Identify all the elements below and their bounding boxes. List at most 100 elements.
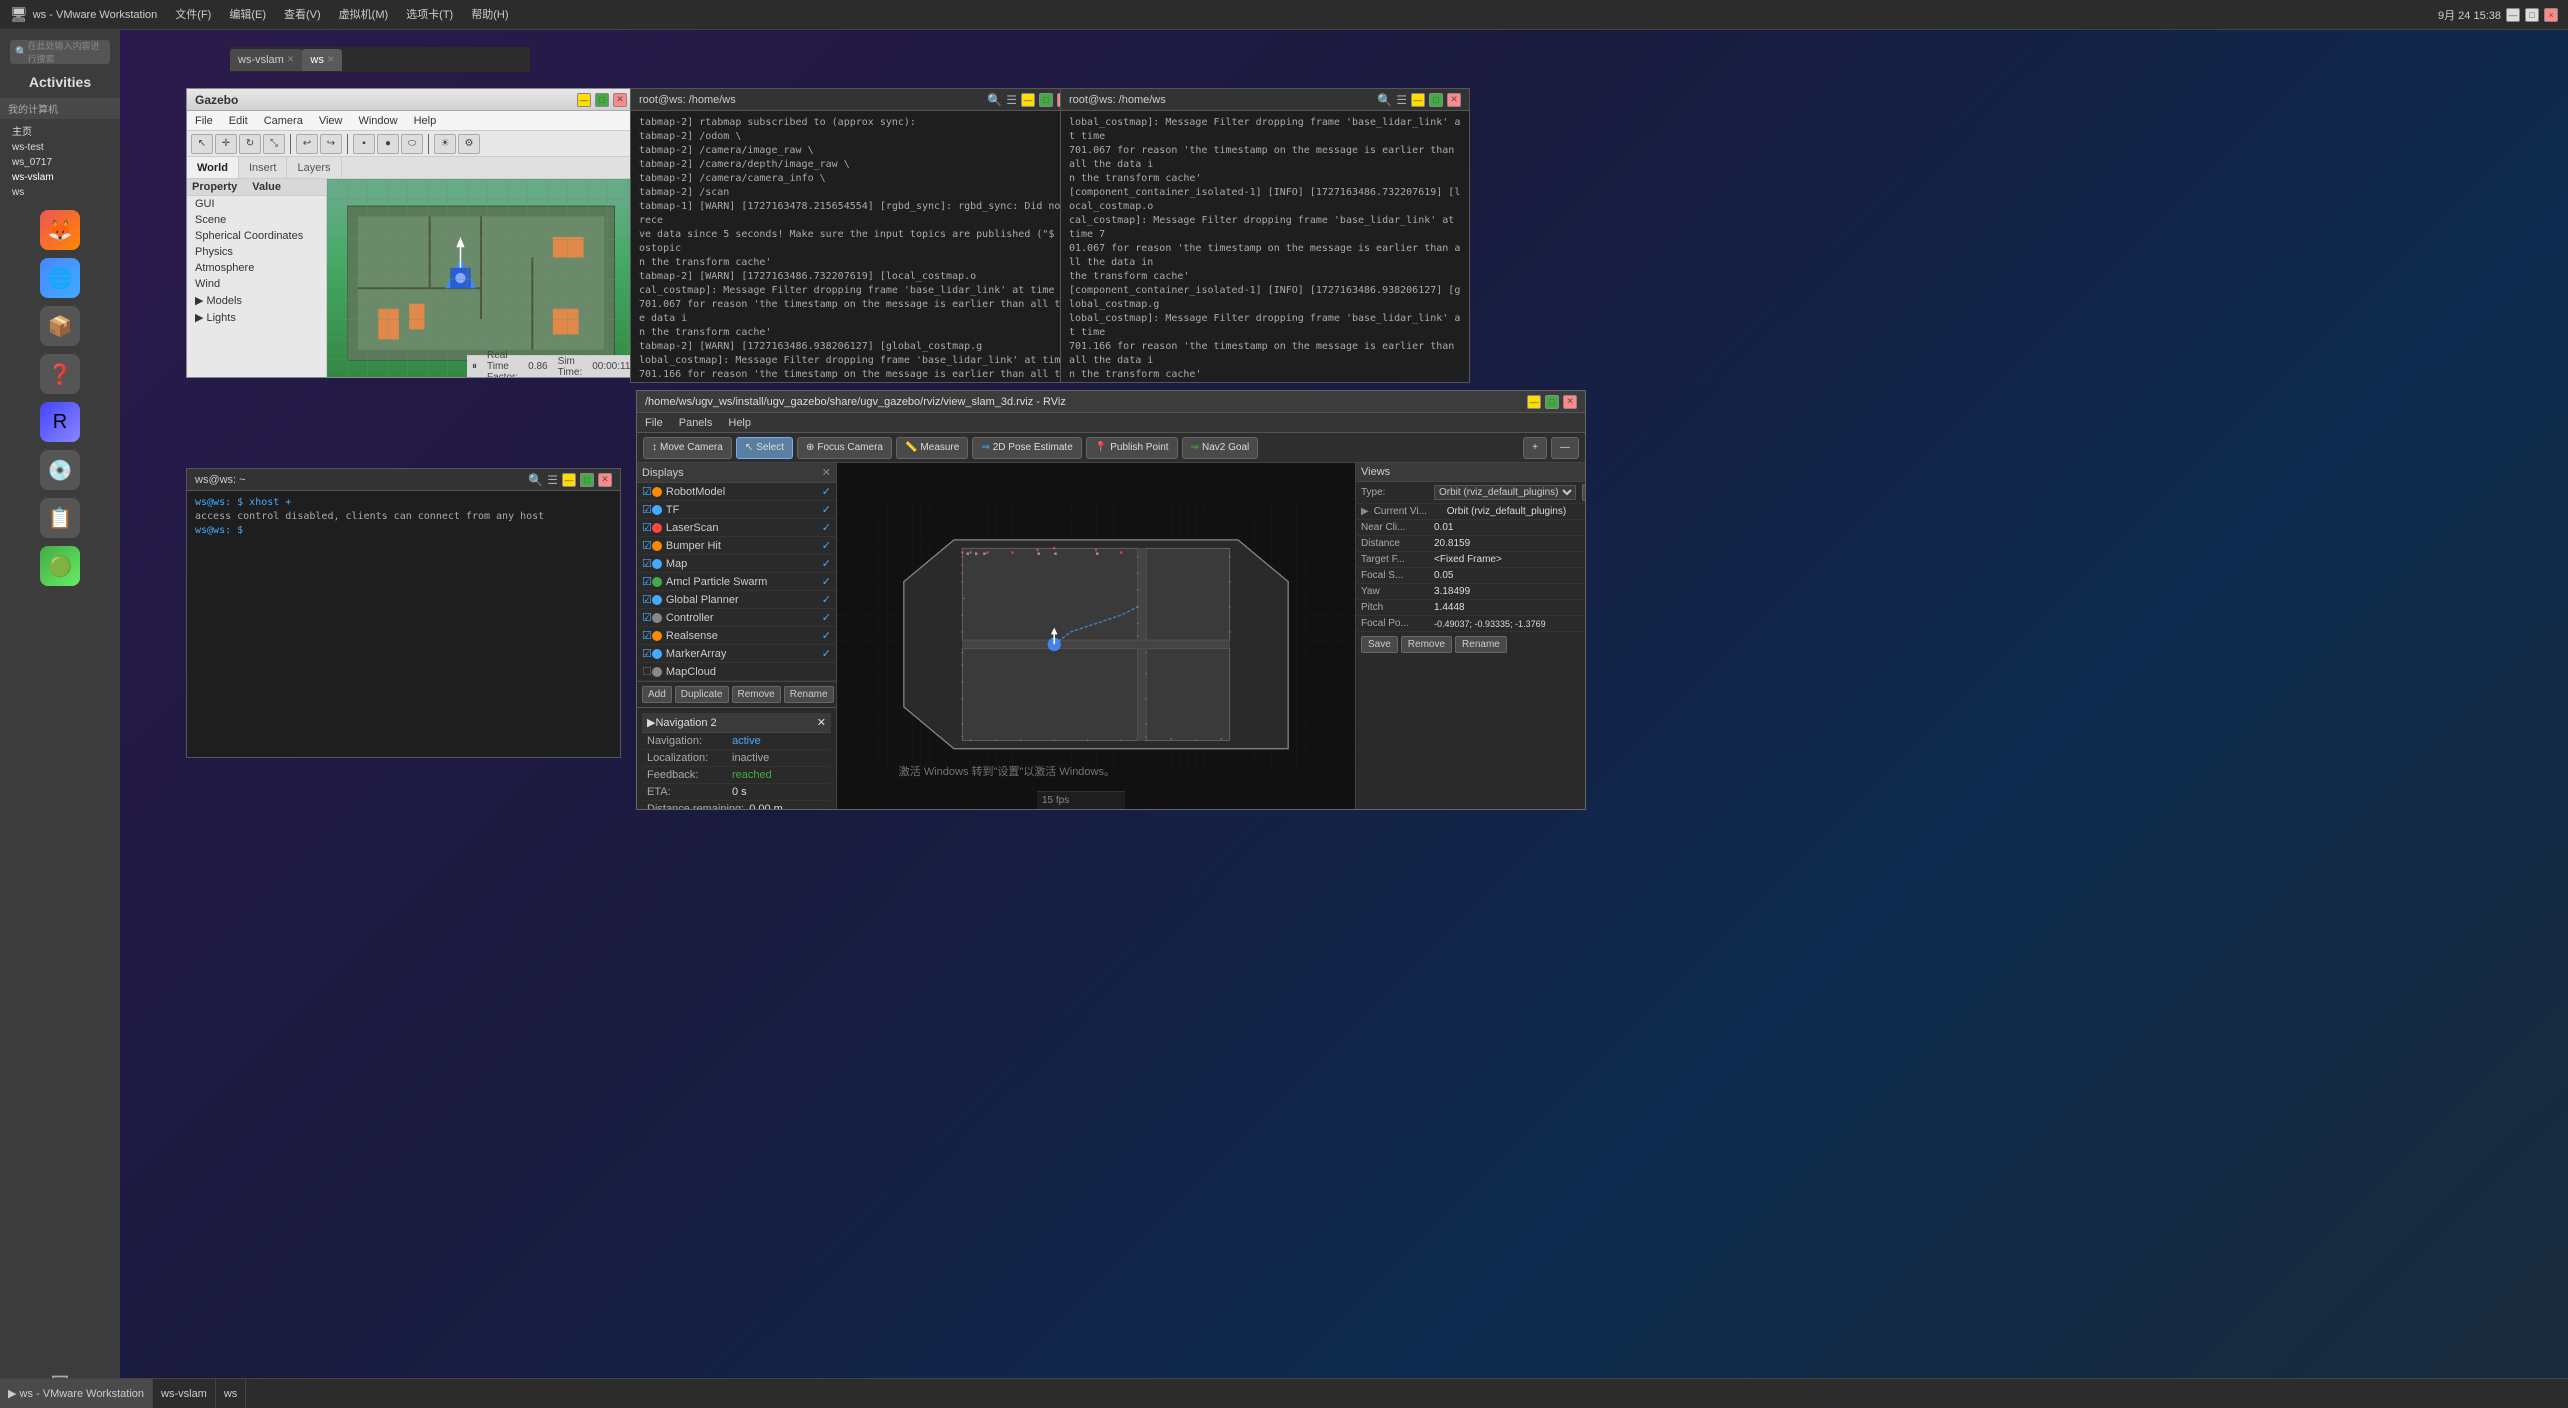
menu-tab[interactable]: 选项卡(T) [398, 0, 461, 30]
remove-display-btn[interactable]: Remove [732, 686, 781, 703]
select-btn[interactable]: ↖ Select [736, 437, 793, 459]
display-checkbox-ma[interactable]: ☑ [642, 647, 652, 660]
menu-file[interactable]: 文件(F) [167, 0, 219, 30]
question-icon[interactable]: ❓ [40, 354, 80, 394]
display-checkbox-ls[interactable]: ☑ [642, 521, 652, 534]
view-type-select[interactable]: Orbit (rviz_default_plugins) [1434, 485, 1576, 500]
terminal-tr-menu[interactable]: ☰ [1006, 93, 1017, 107]
terminal-bl-maximize[interactable]: □ [580, 473, 594, 487]
terminal-fr-minimize[interactable]: — [1411, 93, 1425, 107]
nav-panel-close[interactable]: ✕ [817, 716, 826, 729]
terminal-top-right-body[interactable]: tabmap-2] rtabmap subscribed to (approx … [631, 111, 1079, 382]
taskbar-minimize[interactable]: — [2506, 8, 2520, 22]
firefox-icon[interactable]: 🦊 [40, 210, 80, 250]
gazebo-maximize[interactable]: □ [595, 93, 609, 107]
light-tool[interactable]: ☀ [434, 134, 456, 154]
gazebo-menu-view[interactable]: View [311, 111, 351, 130]
taskbar-maximize[interactable]: □ [2525, 8, 2539, 22]
display-checkbox-rs[interactable]: ☑ [642, 629, 652, 642]
gazebo-viewport[interactable]: ⏸ Real Time Factor: 0.86 Sim Time: 00:00… [327, 179, 635, 377]
gazebo-menu-edit[interactable]: Edit [221, 111, 256, 130]
sphere-tool[interactable]: ● [377, 134, 399, 154]
rviz-menu-help[interactable]: Help [720, 413, 759, 432]
terminal-bl-search[interactable]: 🔍 [528, 473, 543, 487]
gazebo-menu-camera[interactable]: Camera [256, 111, 311, 130]
focus-camera-btn[interactable]: ⊕ Focus Camera [797, 437, 892, 459]
scale-tool[interactable]: ⤡ [263, 134, 285, 154]
display-checkbox-bh[interactable]: ☑ [642, 539, 652, 552]
tree-lights[interactable]: ▶ Lights [187, 309, 326, 326]
toolbar-extra1[interactable]: + [1523, 437, 1547, 459]
terminal-tr-search[interactable]: 🔍 [987, 93, 1002, 107]
redo-tool[interactable]: ↪ [320, 134, 342, 154]
cube-tool[interactable]: ▪ [353, 134, 375, 154]
rviz-minimize[interactable]: — [1527, 395, 1541, 409]
sidebar-item-home[interactable]: 主页 [0, 121, 120, 140]
terminal-fr-maximize[interactable]: □ [1429, 93, 1443, 107]
tree-models[interactable]: ▶ Models [187, 292, 326, 309]
tab-ws-vslam[interactable]: ws-vslam ✕ [230, 49, 302, 71]
terminal-tr-minimize[interactable]: — [1021, 93, 1035, 107]
settings-tool[interactable]: ⚙ [458, 134, 480, 154]
rviz-menu-panels[interactable]: Panels [671, 413, 721, 432]
display-checkbox-map[interactable]: ☑ [642, 557, 652, 570]
sidebar-item-ws-test[interactable]: ws-test [0, 140, 120, 155]
disc-icon[interactable]: 💿 [40, 450, 80, 490]
publish-point-btn[interactable]: 📍 Publish Point [1086, 437, 1178, 459]
toolbar-extra2[interactable]: — [1551, 437, 1579, 459]
translate-tool[interactable]: ✛ [215, 134, 237, 154]
duplicate-display-btn[interactable]: Duplicate [675, 686, 729, 703]
display-checkbox-mc[interactable]: ☐ [642, 665, 652, 678]
rotate-tool[interactable]: ↻ [239, 134, 261, 154]
rename-display-btn[interactable]: Rename [784, 686, 834, 703]
sidebar-item-ws-vslam[interactable]: ws-vslam [0, 170, 120, 185]
apps-icon[interactable]: 📦 [40, 306, 80, 346]
nav2-goal-btn[interactable]: ⇒ Nav2 Goal [1182, 437, 1259, 459]
tree-physics[interactable]: Physics [187, 244, 326, 260]
tree-spherical[interactable]: Spherical Coordinates [187, 228, 326, 244]
taskbar-item-ws[interactable]: ws [216, 1379, 246, 1408]
tree-scene[interactable]: Scene [187, 212, 326, 228]
rviz-viewport[interactable]: 激活 Windows 转到"设置"以激活 Windows。 15 fps [837, 463, 1355, 809]
gazebo-close[interactable]: ✕ [613, 93, 627, 107]
gazebo-minimize[interactable]: — [577, 93, 591, 107]
list-icon[interactable]: 📋 [40, 498, 80, 538]
terminal-fr-menu[interactable]: ☰ [1396, 93, 1407, 107]
tab-ws[interactable]: ws ✕ [302, 49, 342, 71]
gazebo-menu-window[interactable]: Window [350, 111, 405, 130]
terminal-bl-body[interactable]: ws@ws: $ xhost + access control disabled… [187, 491, 620, 757]
tree-gui[interactable]: GUI [187, 196, 326, 212]
display-checkbox-ctrl[interactable]: ☑ [642, 611, 652, 624]
tab-ws-close[interactable]: ✕ [327, 54, 335, 65]
terminal-far-right-body[interactable]: lobal_costmap]: Message Filter dropping … [1061, 111, 1469, 382]
move-camera-btn[interactable]: ↕ Move Camera [643, 437, 732, 459]
rviz-menu-file[interactable]: File [637, 413, 671, 432]
nav-panel-expand[interactable]: ▶ [647, 716, 655, 729]
add-display-btn[interactable]: Add [642, 686, 672, 703]
display-checkbox-amcl[interactable]: ☑ [642, 575, 652, 588]
display-checkbox-rm[interactable]: ☑ [642, 485, 652, 498]
save-view-btn[interactable]: Save [1361, 636, 1398, 653]
tab-ws-vslam-close[interactable]: ✕ [287, 54, 295, 65]
remove-view-btn[interactable]: Remove [1401, 636, 1452, 653]
terminal-bl-menu[interactable]: ☰ [547, 473, 558, 487]
sidebar-item-ws[interactable]: ws [0, 185, 120, 200]
taskbar-close[interactable]: × [2544, 8, 2558, 22]
green-circle-icon[interactable]: 🟢 [40, 546, 80, 586]
rename-view-btn[interactable]: Rename [1455, 636, 1507, 653]
gazebo-menu-help[interactable]: Help [406, 111, 445, 130]
sidebar-item-ws0717[interactable]: ws_0717 [0, 155, 120, 170]
gazebo-tab-layers[interactable]: Layers [287, 157, 341, 178]
rviz-maximize[interactable]: □ [1545, 395, 1559, 409]
gazebo-menu-file[interactable]: File [187, 111, 221, 130]
displays-close[interactable]: ✕ [822, 466, 831, 479]
taskbar-item-vmware[interactable]: ▶ ws - VMware Workstation [0, 1379, 153, 1408]
undo-tool[interactable]: ↩ [296, 134, 318, 154]
pause-btn[interactable]: ⏸ [472, 361, 477, 372]
chromium-icon[interactable]: 🌐 [40, 258, 80, 298]
rviz-icon[interactable]: R [40, 402, 80, 442]
menu-edit[interactable]: 编辑(E) [221, 0, 274, 30]
view-zero-btn[interactable]: Zero [1582, 484, 1585, 501]
rviz-close[interactable]: ✕ [1563, 395, 1577, 409]
display-checkbox-tf[interactable]: ☑ [642, 503, 652, 516]
